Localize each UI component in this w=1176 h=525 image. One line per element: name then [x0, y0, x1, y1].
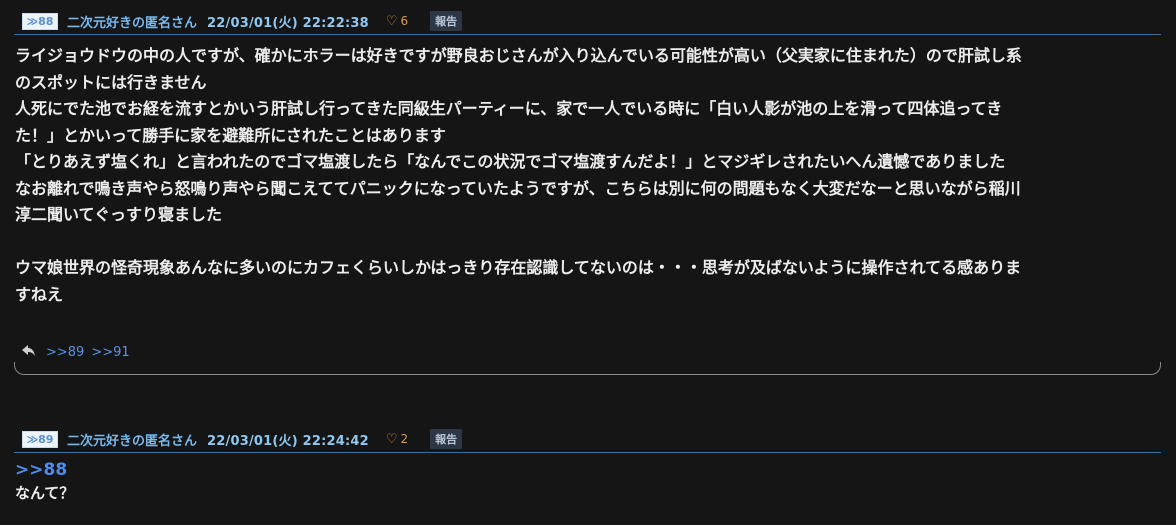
reply-link-91[interactable]: >>91	[91, 345, 129, 360]
post-date: 22/03/01(火) 22:24:42	[207, 433, 369, 449]
reply-link-89[interactable]: >>89	[46, 345, 84, 360]
report-button[interactable]: 報告	[430, 429, 463, 449]
like-count: 2	[400, 432, 409, 446]
post-header: ≫88 二次元好きの匿名さん 22/03/01(火) 22:22:38 ♡ 6 …	[0, 8, 1176, 34]
like-button[interactable]: ♡ 2	[386, 432, 408, 447]
post-body: ライジョウドウの中の人ですが、確かにホラーは好きですが野良おじさんが入り込んでい…	[15, 46, 1022, 304]
poster-name: 二次元好きの匿名さん	[67, 433, 198, 449]
post-89: ≫89 二次元好きの匿名さん 22/03/01(火) 22:24:42 ♡ 2 …	[0, 426, 1176, 505]
post-header: ≫89 二次元好きの匿名さん 22/03/01(火) 22:24:42 ♡ 2 …	[0, 426, 1176, 452]
poster-name: 二次元好きの匿名さん	[67, 15, 198, 31]
anchor-link-88[interactable]: >>88	[0, 459, 1176, 481]
post-number-badge[interactable]: ≫88	[22, 12, 58, 30]
report-button[interactable]: 報告	[430, 11, 463, 31]
post-number-badge[interactable]: ≫89	[22, 430, 58, 448]
post-footer-border	[14, 362, 1161, 375]
post-88: ≫88 二次元好きの匿名さん 22/03/01(火) 22:22:38 ♡ 6 …	[0, 0, 1176, 375]
heart-icon: ♡	[385, 13, 398, 29]
like-count: 6	[400, 14, 409, 28]
like-button[interactable]: ♡ 6	[386, 14, 408, 29]
heart-icon: ♡	[385, 431, 398, 447]
post-body: なんて？	[15, 484, 75, 502]
post-date: 22/03/01(火) 22:22:38	[207, 15, 369, 31]
reply-icon	[22, 344, 36, 360]
reply-links: >>89 >>91	[0, 342, 1176, 362]
